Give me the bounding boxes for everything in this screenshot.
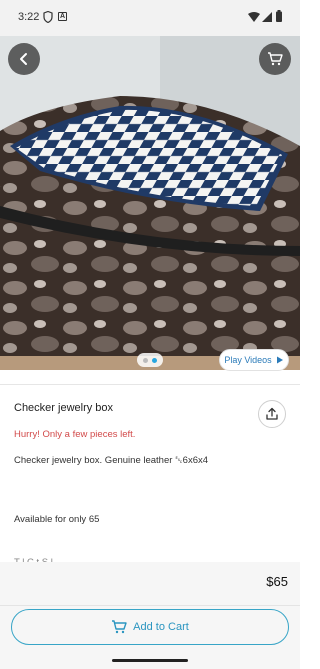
- wifi-icon: [248, 12, 260, 22]
- play-videos-button[interactable]: Play Videos: [219, 349, 289, 371]
- battery-icon: [276, 10, 282, 22]
- carousel-dot[interactable]: [143, 357, 148, 363]
- status-time: 3:22: [18, 11, 40, 23]
- status-bar: 3:22 A: [0, 0, 300, 36]
- add-to-cart-button[interactable]: Add to Cart: [11, 609, 289, 645]
- signal-icon: [262, 12, 272, 22]
- jewelry-box-illustration: [0, 36, 300, 370]
- share-icon: [266, 407, 278, 420]
- home-indicator[interactable]: [112, 659, 188, 662]
- share-button[interactable]: [258, 400, 286, 428]
- panel-divider: [0, 605, 300, 606]
- chevron-left-icon: [20, 53, 27, 65]
- stock-warning: Hurry! Only a few pieces left.: [14, 429, 136, 440]
- back-button[interactable]: [8, 43, 40, 75]
- product-image[interactable]: [0, 36, 300, 370]
- price: $65: [266, 574, 288, 589]
- purchase-panel: $65 Add to Cart: [0, 562, 300, 654]
- system-nav-bar: [0, 654, 300, 669]
- availability-text: Available for only 65: [14, 514, 100, 525]
- shield-icon: [43, 11, 53, 23]
- carousel-indicator: [137, 353, 163, 367]
- play-icon: [276, 356, 283, 364]
- product-description: Checker jewelry box. Genuine leather ␛6x…: [14, 455, 209, 466]
- cart-button[interactable]: [259, 43, 291, 75]
- play-videos-label: Play Videos: [224, 355, 272, 365]
- carousel-dot-active[interactable]: [152, 357, 157, 363]
- product-title: Checker jewelry box: [14, 402, 114, 414]
- cart-icon: [112, 620, 127, 634]
- cart-icon: [268, 52, 283, 66]
- section-divider: [0, 384, 300, 385]
- add-to-cart-label: Add to Cart: [133, 621, 189, 633]
- a-notification-icon: A: [58, 12, 67, 21]
